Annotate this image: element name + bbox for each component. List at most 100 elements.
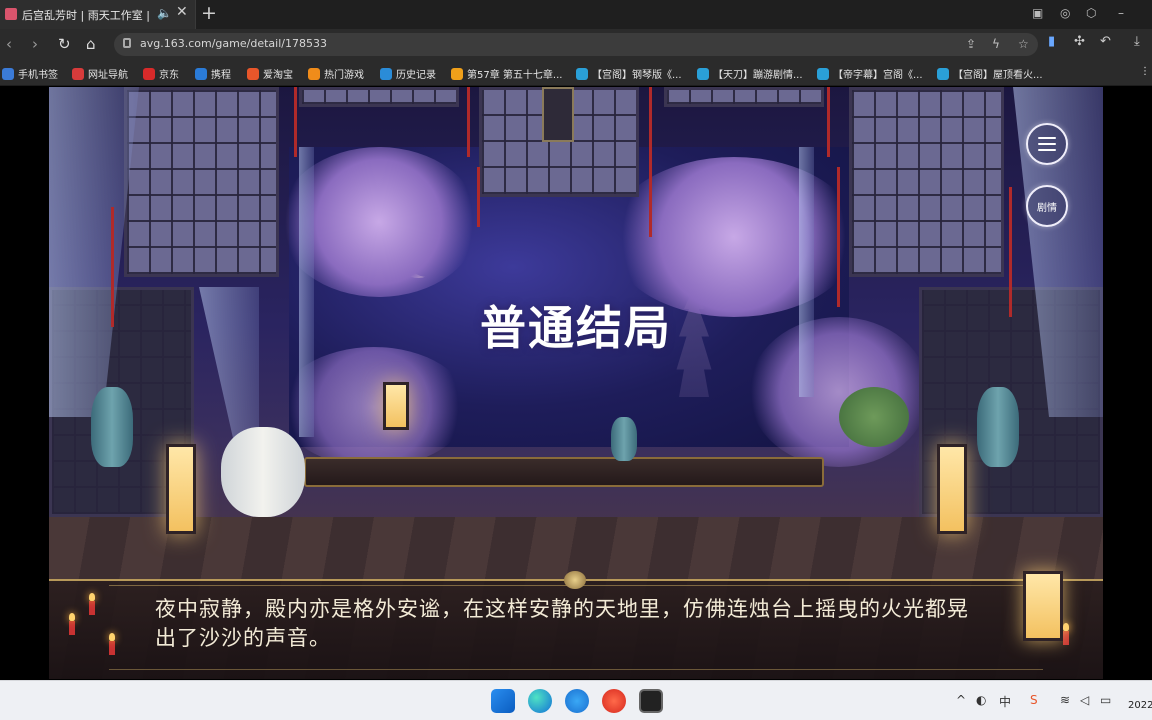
bookmark-icon [937,68,949,80]
clock-text[interactable]: 2022/ [1128,700,1152,711]
bookmark-item[interactable]: 【帝字幕】宫阁《... [817,66,923,81]
wifi-icon[interactable]: ≋ [1060,693,1070,707]
battery-icon[interactable]: ▭ [1100,693,1111,707]
bookmark-icon [817,68,829,80]
tassel [467,87,470,157]
menu-list-icon [1038,137,1056,155]
tassel [477,167,480,227]
bookmark-item[interactable]: 爱淘宝 [247,66,293,81]
lightning-icon[interactable]: ϟ [992,37,1000,51]
bookmark-icon [72,68,84,80]
dialog-text: 夜中寂静，殿内亦是格外安谧，在这样安静的天地里，仿佛连烛台上摇曳的火光都晃出了沙… [155,597,969,650]
share-icon[interactable]: ⇪ [966,37,976,51]
bookmark-item[interactable]: 网址导航 [72,66,128,81]
bookmark-item[interactable]: 【宫阁】钢琴版《... [576,66,682,81]
forward-button[interactable]: › [32,35,38,53]
lock-icon [123,38,131,48]
back-button[interactable]: ‹ [6,35,12,53]
incognito-icon[interactable]: ◎ [1060,6,1070,20]
ie-browser-icon[interactable] [565,689,589,713]
start-menu-icon[interactable] [491,689,515,713]
minimize-icon[interactable]: – [1118,6,1124,20]
dialog-ornament-icon [564,571,586,589]
sidebar-toggle-icon[interactable]: ▣ [1032,6,1043,20]
lattice-beam [299,87,459,107]
reload-button[interactable]: ↻ [58,35,71,53]
url-text: avg.163.com/game/detail/178533 [140,37,327,50]
ending-title: 普通结局 [480,301,672,355]
bookmark-item[interactable]: 京东 [143,66,179,81]
bonsai-image [839,387,909,447]
input-method-icon[interactable]: S [1030,693,1038,707]
game-menu-button[interactable] [1026,123,1068,165]
tab-strip: 后宫乱芳时 | 雨天工作室 | 易 🔈 ✕ + ▣ ◎ ⬡ – [0,0,1152,29]
bookmarks-overflow-icon[interactable]: ⋮ [1140,66,1150,80]
edge-browser-icon[interactable] [528,689,552,713]
windows-taskbar: ^ ◐ 中 S ≋ ◁ ▭ 2022/ [0,680,1152,720]
candle-icon [69,613,75,635]
bookmark-item[interactable]: 历史记录 [380,66,436,81]
bookmark-icon [697,68,709,80]
bookmark-item[interactable]: 【天刀】蹦游剧情... [697,66,803,81]
porcelain-jar-image [221,427,305,517]
history-button-label: 剧情 [1037,203,1057,214]
bookmarks-bar: 手机书签 网址导航 京东 携程 爱淘宝 热门游戏 历史记录 第57章 第五十七章… [0,60,1152,86]
tassel [294,87,297,157]
bookmark-icon [2,68,14,80]
history-button[interactable]: 剧情 [1026,185,1068,227]
site-favicon-icon [5,8,17,20]
bookmark-icon [451,68,463,80]
bookmark-icon [247,68,259,80]
lattice-window-left [124,87,279,277]
table-lamp [383,382,409,430]
home-button[interactable]: ⌂ [86,35,96,53]
lattice-beam [664,87,824,107]
lattice-window-right [849,87,1004,277]
puzzle-icon[interactable]: ✣ [1074,34,1085,49]
bookmark-icon [576,68,588,80]
qq-icon[interactable]: ◐ [976,693,986,707]
letterbox-right [1103,87,1152,679]
tassel [827,87,830,157]
new-tab-button[interactable]: + [201,2,217,24]
candle-icon [109,633,115,655]
letterbox-left [0,87,49,679]
address-bar[interactable]: avg.163.com/game/detail/178533 ⇪ ϟ ☆ [114,33,1038,56]
bookmark-item[interactable]: 热门游戏 [308,66,364,81]
bookmark-item[interactable]: 手机书签 [2,66,58,81]
app-icon-red[interactable] [602,689,626,713]
dialog-box[interactable]: 夜中寂静，殿内亦是格外安谧，在这样安静的天地里，仿佛连烛台上摇曳的火光都晃出了沙… [49,571,1103,679]
ime-indicator[interactable]: 中 [999,693,1011,710]
curtain-drape [799,147,814,397]
bookmark-item[interactable]: 【宫阁】屋顶看火... [937,66,1043,81]
vase-right [977,387,1019,467]
candle-icon [89,593,95,615]
game-canvas[interactable]: 普通结局 剧情 夜中寂静，殿内亦是格外安谧，在这样安静的天地里，仿佛连烛台上摇曳… [49,87,1103,679]
low-table-image [304,457,824,487]
flower-vase [611,417,637,461]
bookmark-icon [195,68,207,80]
bookmark-icon [380,68,392,80]
download-icon[interactable]: ⤓ [1134,34,1140,49]
bookmark-icon [143,68,155,80]
volume-icon[interactable]: ◁ [1080,693,1089,707]
dialog-lantern-image [1023,571,1063,641]
speaker-icon[interactable]: 🔈 [157,6,172,20]
app-icon-dark[interactable] [639,689,663,713]
star-icon[interactable]: ☆ [1018,37,1029,51]
dialog-divider [109,669,1043,670]
candle-icon [1063,623,1069,645]
tab-close-button[interactable]: ✕ [176,4,188,20]
vase-left [91,387,133,467]
undo-icon[interactable]: ↶ [1100,34,1111,49]
hanging-lantern-image [542,87,574,142]
floor-lamp-right [937,444,967,534]
browser-tab-active[interactable]: 后宫乱芳时 | 雨天工作室 | 易 🔈 ✕ [0,0,196,29]
tray-expand-icon[interactable]: ^ [956,693,966,707]
extension-icon[interactable]: ▮ [1048,34,1055,49]
tassel [649,87,652,237]
shield-icon[interactable]: ⬡ [1086,6,1096,20]
bookmark-item[interactable]: 第57章 第五十七章... [451,66,562,81]
tassel [837,167,840,307]
bookmark-item[interactable]: 携程 [195,66,231,81]
